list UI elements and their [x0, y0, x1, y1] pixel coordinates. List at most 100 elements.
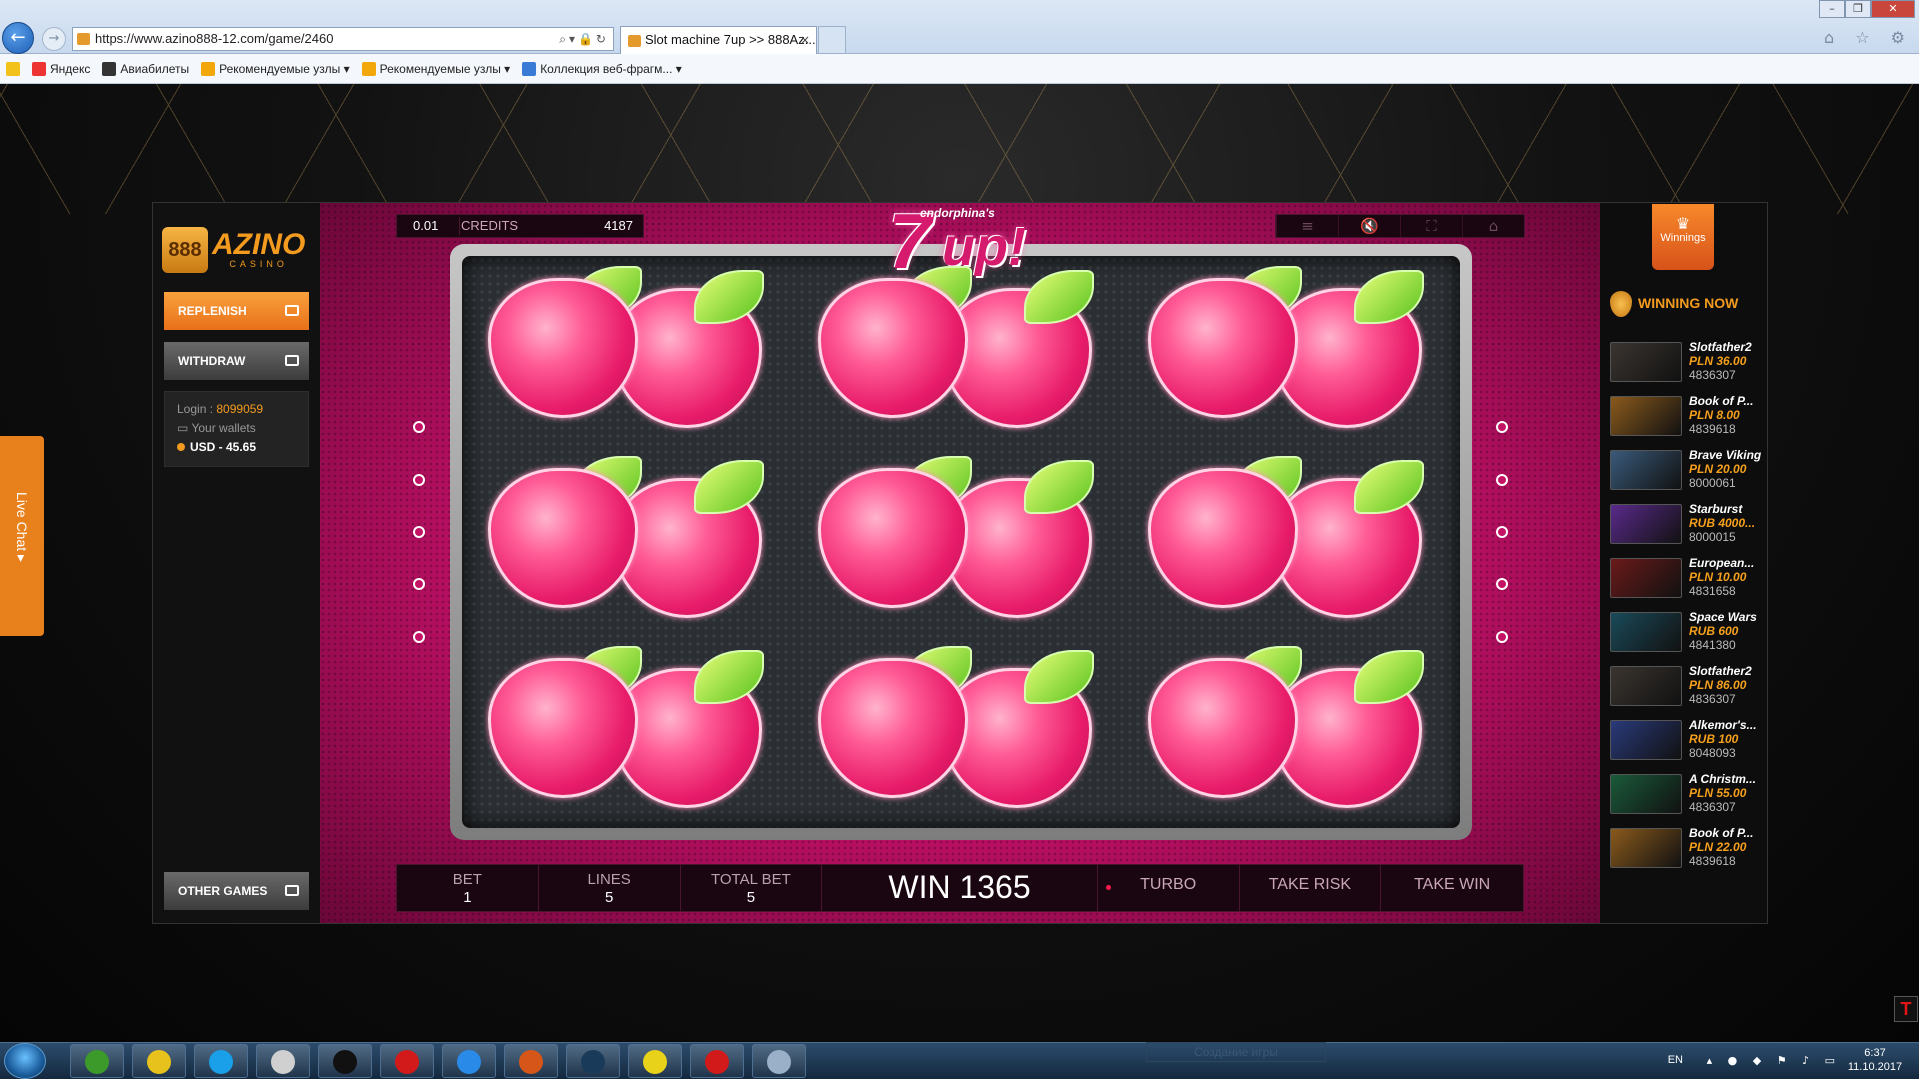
winner-item[interactable]: Book of P... PLN 22.00 4839618	[1610, 826, 1762, 880]
lines-value: 5	[604, 889, 614, 906]
taskbar-app-steam[interactable]	[566, 1044, 620, 1078]
reel-symbol-raspberry	[812, 262, 1112, 442]
taskbar-app-cards-app[interactable]	[70, 1044, 124, 1078]
ghost-taskbar-label: Создание игры	[1146, 1042, 1326, 1062]
address-tools-icons[interactable]: ⌕▾🔒↻	[559, 28, 609, 50]
language-indicator[interactable]: EN	[1668, 1054, 1683, 1066]
winner-item[interactable]: Slotfather2 PLN 36.00 4836307	[1610, 340, 1762, 394]
fav-link-aviabilety[interactable]: Авиабилеты	[102, 61, 189, 76]
game-thumbnail[interactable]	[1610, 342, 1682, 382]
close-window-button[interactable]: ✕	[1871, 0, 1915, 18]
minimize-button[interactable]: –	[1819, 0, 1845, 18]
game-thumbnail[interactable]	[1610, 504, 1682, 544]
favorites-star-icon[interactable]	[6, 61, 20, 76]
login-label: Login :	[177, 402, 217, 416]
winner-item[interactable]: Book of P... PLN 8.00 4839618	[1610, 394, 1762, 448]
game-thumbnail[interactable]	[1610, 720, 1682, 760]
taskbar-app-app-2[interactable]	[690, 1044, 744, 1078]
system-tray: EN ▴ ● ◆ ⚑ ♪ ▭ 6:37 11.10.2017	[1651, 1042, 1911, 1079]
fav-link-webslices[interactable]: Коллекция веб-фрагм... ▾	[522, 61, 682, 76]
live-chat-tab[interactable]: Live Chat ▸	[0, 436, 44, 636]
taskbar-app-pokerstars[interactable]	[380, 1044, 434, 1078]
taskbar-app-chrome[interactable]	[132, 1044, 186, 1078]
winner-game-name: Space Wars	[1689, 610, 1757, 624]
fullscreen-icon[interactable]: ⛶	[1400, 215, 1462, 237]
winner-amount: PLN 36.00	[1689, 354, 1747, 368]
other-games-button[interactable]: OTHER GAMES	[164, 872, 309, 910]
wallets-link[interactable]: ▭ Your wallets	[177, 419, 296, 438]
login-value: 8099059	[216, 402, 264, 416]
taskbar-app-vegas-app[interactable]	[628, 1044, 682, 1078]
winner-item[interactable]: Starburst RUB 4000... 8000015	[1610, 502, 1762, 556]
menu-icon[interactable]: ≡	[1276, 215, 1338, 237]
winnings-tab[interactable]: ♛ Winnings	[1652, 204, 1714, 270]
winner-item[interactable]: A Christm... PLN 55.00 4836307	[1610, 772, 1762, 826]
tab-favicon	[628, 35, 641, 47]
game-thumbnail[interactable]	[1610, 396, 1682, 436]
currency-dot-icon	[177, 443, 185, 451]
winner-item[interactable]: Brave Viking PLN 20.00 8000061	[1610, 448, 1762, 502]
fav-link-recommended-2[interactable]: Рекомендуемые узлы ▾	[361, 61, 510, 76]
game-thumbnail[interactable]	[1610, 666, 1682, 706]
taskbar-app-game-launcher[interactable]	[504, 1044, 558, 1078]
tab-close-icon[interactable]: ×	[800, 27, 810, 53]
browser-tab[interactable]: Slot machine 7up >> 888Az... ×	[620, 26, 817, 54]
mute-icon[interactable]: 🔇	[1338, 215, 1400, 237]
home-favorites-settings-icons[interactable]: ⌂ ☆ ⚙	[1824, 28, 1913, 47]
winner-game-name: Book of P...	[1689, 394, 1754, 408]
fav-link-yandex[interactable]: Яндекс	[32, 61, 90, 76]
taskbar-app-ie[interactable]	[442, 1044, 496, 1078]
start-button[interactable]	[4, 1043, 46, 1079]
maximize-button[interactable]: ❐	[1845, 0, 1871, 18]
address-bar[interactable]: https://www.azino888-12.com/game/2460 ⌕▾…	[72, 27, 614, 51]
other-games-label: OTHER GAMES	[178, 884, 268, 898]
back-button[interactable]: ←	[2, 22, 34, 54]
game-thumbnail[interactable]	[1610, 450, 1682, 490]
payline-marker	[413, 421, 425, 433]
winner-item[interactable]: European... PLN 10.00 4831658	[1610, 556, 1762, 610]
calculator-icon	[767, 1050, 791, 1074]
game-thumbnail[interactable]	[1610, 558, 1682, 598]
bet-control[interactable]: BET 1	[397, 865, 539, 911]
address-url: https://www.azino888-12.com/game/2460	[95, 31, 334, 46]
bet-label: BET	[452, 871, 482, 888]
bet-value: 1	[463, 889, 472, 906]
taskbar-app-calculator[interactable]	[752, 1044, 806, 1078]
lines-control[interactable]: LINES 5	[539, 865, 681, 911]
home-icon[interactable]: ⌂	[1462, 215, 1524, 237]
game-thumbnail[interactable]	[1610, 612, 1682, 652]
wallet-icon	[285, 305, 299, 316]
turbo-indicator-icon	[1105, 885, 1111, 890]
taskbar-app-ti-app[interactable]	[318, 1044, 372, 1078]
winner-item[interactable]: Alkemor's... RUB 100 8048093	[1610, 718, 1762, 772]
leaf-icon	[1354, 650, 1424, 704]
game-thumbnail[interactable]	[1610, 774, 1682, 814]
recommended-icon	[361, 61, 376, 76]
coin-value[interactable]: 0.01	[413, 215, 438, 237]
credits-label: CREDITS	[461, 218, 519, 233]
fav-link-recommended-1[interactable]: Рекомендуемые узлы ▾	[201, 61, 350, 76]
winner-id: 4831658	[1689, 584, 1736, 598]
payline-marker	[413, 578, 425, 590]
azino-logo[interactable]: 888 AZINO CASINO	[162, 222, 312, 278]
tray-icons[interactable]: ▴ ● ◆ ⚑ ♪ ▭	[1707, 1054, 1841, 1067]
winner-item[interactable]: Slotfather2 PLN 86.00 4836307	[1610, 664, 1762, 718]
corner-logo-icon[interactable]: T	[1894, 996, 1918, 1022]
winner-item[interactable]: Space Wars RUB 600 4841380	[1610, 610, 1762, 664]
turbo-button[interactable]: TURBO	[1098, 865, 1240, 911]
new-tab-button[interactable]	[818, 26, 846, 54]
payline-marker	[413, 526, 425, 538]
withdraw-button[interactable]: WITHDRAW	[164, 342, 309, 380]
taskbar-app-avatar-app[interactable]	[256, 1044, 310, 1078]
winner-id: 8000061	[1689, 476, 1736, 490]
take-risk-button[interactable]: TAKE RISK	[1240, 865, 1382, 911]
forward-button[interactable]: →	[42, 27, 66, 51]
clock[interactable]: 6:37 11.10.2017	[1847, 1046, 1903, 1074]
take-win-button[interactable]: TAKE WIN	[1381, 865, 1523, 911]
app-2-icon	[705, 1050, 729, 1074]
game-thumbnail[interactable]	[1610, 828, 1682, 868]
replenish-button[interactable]: REPLENISH	[164, 292, 309, 330]
taskbar-app-skype[interactable]	[194, 1044, 248, 1078]
raspberry-icon	[818, 468, 968, 608]
winner-id: 4836307	[1689, 368, 1736, 382]
